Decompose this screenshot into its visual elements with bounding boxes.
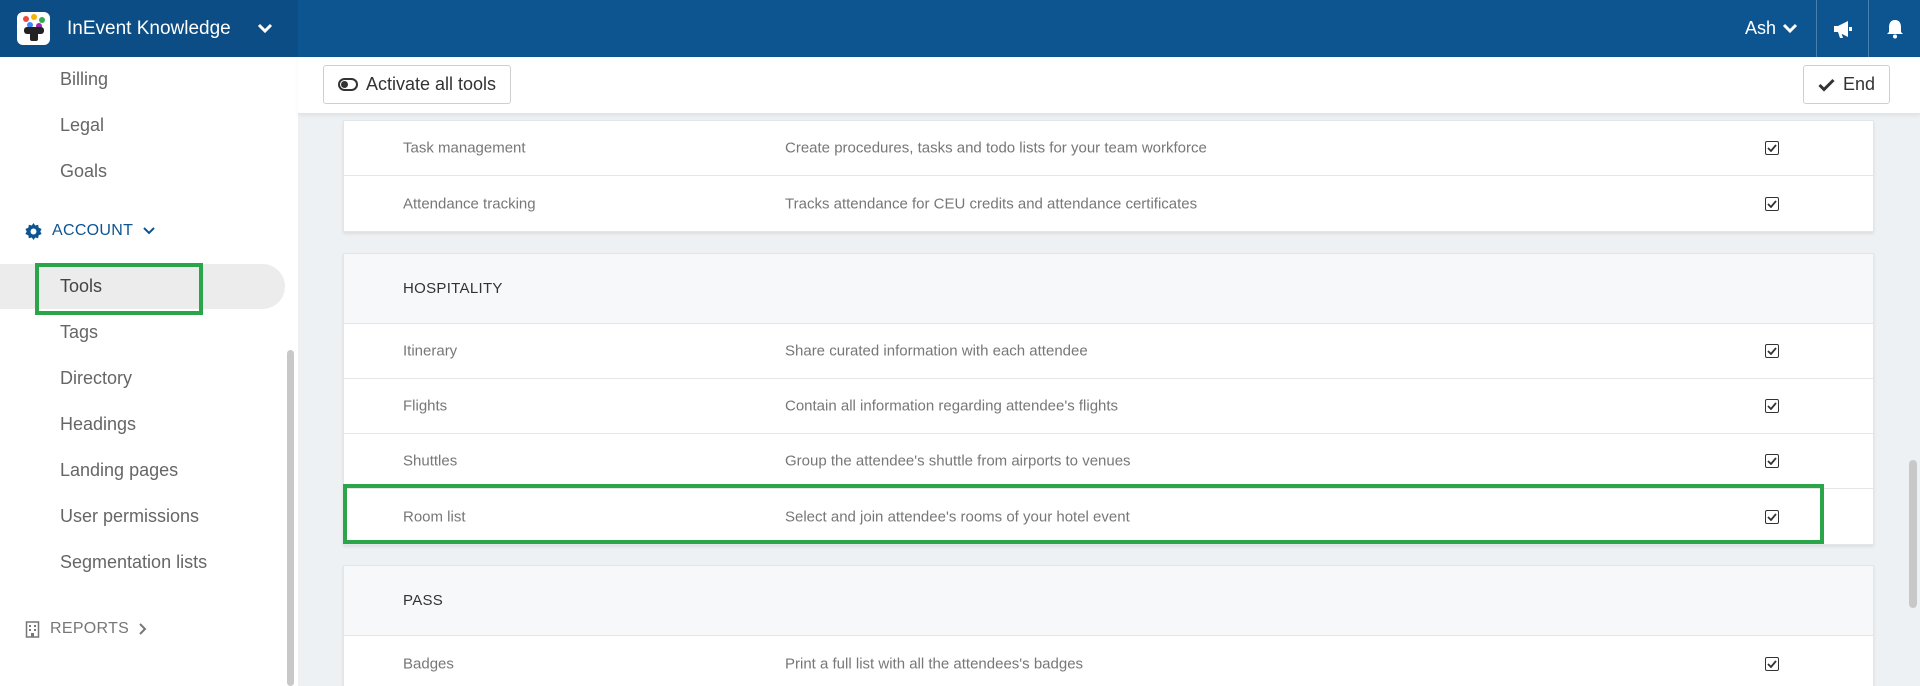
tool-name: Flights [403, 397, 448, 415]
user-name: Ash [1744, 18, 1776, 38]
section-title: PASS [344, 566, 1873, 636]
chevron-down-icon [257, 23, 273, 34]
tool-name: Badges [403, 655, 454, 672]
sidebar-item-tools[interactable]: Tools [0, 264, 285, 309]
check-icon [1767, 199, 1777, 208]
tool-row-task-management: Task management Create procedures, tasks… [344, 121, 1873, 176]
sidebar-item-goals[interactable]: Goals [0, 149, 285, 194]
sidebar-item-tags[interactable]: Tags [0, 310, 285, 355]
sidebar-item-legal[interactable]: Legal [0, 103, 285, 148]
sidebar-item-label: Tags [60, 322, 99, 342]
chevron-down-icon [1782, 23, 1798, 34]
sidebar-item-directory[interactable]: Directory [0, 356, 285, 401]
toggle-icon [338, 78, 358, 91]
tool-checkbox[interactable] [1765, 196, 1779, 211]
tool-row-attendance-tracking: Attendance tracking Tracks attendance fo… [344, 176, 1873, 231]
tool-description: Tracks attendance for CEU credits and at… [785, 195, 1198, 212]
bell-icon [1886, 19, 1903, 38]
chevron-right-icon [139, 623, 147, 635]
sidebar-item-segmentation-lists[interactable]: Segmentation lists [0, 540, 285, 585]
megaphone-icon [1833, 20, 1852, 38]
tool-row-shuttles: Shuttles Group the attendee's shuttle fr… [344, 434, 1873, 489]
tool-row-room-list: Room list Select and join attendee's roo… [344, 489, 1873, 544]
check-icon [1767, 402, 1777, 410]
sidebar-item-label: Legal [60, 115, 105, 135]
sidebar-item-landing-pages[interactable]: Landing pages [0, 448, 285, 493]
check-icon [1818, 78, 1835, 92]
tool-name: Room list [403, 508, 466, 525]
tool-description: Group the attendee's shuttle from airpor… [785, 452, 1131, 470]
tool-row-badges: Badges Print a full list with all the at… [344, 636, 1873, 686]
section-label: ACCOUNT [52, 222, 134, 239]
tool-name: Task management [403, 139, 526, 157]
tools-section-hospitality: HOSPITALITY Itinerary Share curated info… [343, 253, 1874, 545]
building-icon [25, 620, 40, 638]
tool-checkbox[interactable] [1765, 344, 1779, 358]
tool-checkbox[interactable] [1765, 141, 1779, 155]
sidebar-item-label: Segmentation lists [60, 552, 208, 572]
app-title: InEvent Knowledge [67, 17, 231, 39]
check-icon [1767, 659, 1777, 668]
tool-description: Share curated information with each atte… [785, 342, 1088, 360]
button-label: Activate all tools [366, 74, 497, 94]
tool-description: Create procedures, tasks and todo lists … [785, 139, 1207, 157]
tool-name: Attendance tracking [403, 195, 536, 212]
sidebar-item-label: User permissions [60, 506, 200, 526]
activate-all-tools-button[interactable]: Activate all tools [323, 65, 512, 104]
tool-checkbox[interactable] [1765, 509, 1779, 524]
user-menu[interactable]: Ash [1745, 18, 1816, 39]
tool-checkbox[interactable] [1765, 656, 1779, 671]
tool-name: Itinerary [403, 342, 458, 360]
tools-section-card: Task management Create procedures, tasks… [343, 120, 1874, 232]
sidebar-item-user-permissions[interactable]: User permissions [0, 494, 285, 539]
tool-row-itinerary: Itinerary Share curated information with… [344, 324, 1873, 379]
sidebar-item-label: Directory [60, 368, 133, 388]
notifications-button[interactable] [1868, 0, 1920, 57]
chevron-down-icon [143, 227, 155, 235]
tool-checkbox[interactable] [1765, 454, 1779, 468]
check-icon [1767, 512, 1777, 521]
tool-checkbox[interactable] [1765, 399, 1779, 413]
sidebar-section-account[interactable]: ACCOUNT [25, 222, 155, 240]
sidebar-item-label: Landing pages [60, 460, 179, 480]
sidebar-item-label: Tools [60, 276, 103, 296]
sidebar-item-label: Goals [60, 161, 108, 181]
check-icon [1767, 347, 1777, 355]
check-icon [1767, 144, 1777, 152]
tool-name: Shuttles [403, 452, 458, 470]
gear-icon [25, 222, 42, 240]
sidebar: Billing Legal Goals ACCOUNT Tools Tags D… [0, 57, 298, 686]
sidebar-item-headings[interactable]: Headings [0, 402, 285, 447]
tool-row-flights: Flights Contain all information regardin… [344, 379, 1873, 434]
tool-description: Print a full list with all the attendees… [785, 655, 1084, 672]
sidebar-item-label: Billing [60, 69, 109, 89]
sidebar-section-reports[interactable]: REPORTS [25, 620, 147, 638]
toolbar: Activate all tools End [298, 57, 1920, 114]
top-bar: InEvent Knowledge Ash [0, 0, 1920, 57]
brand-switcher[interactable]: InEvent Knowledge [0, 0, 298, 57]
end-button[interactable]: End [1802, 65, 1890, 104]
tool-description: Select and join attendee's rooms of your… [785, 508, 1130, 525]
section-title: HOSPITALITY [344, 254, 1873, 324]
sidebar-item-label: Headings [60, 414, 137, 434]
check-icon [1767, 457, 1777, 465]
inevent-logo [17, 12, 50, 45]
sidebar-scrollbar[interactable] [287, 350, 294, 686]
tools-section-pass: PASS Badges Print a full list with all t… [343, 565, 1874, 686]
tool-description: Contain all information regarding attend… [785, 397, 1119, 415]
sidebar-item-billing[interactable]: Billing [0, 57, 285, 102]
announcements-button[interactable] [1816, 0, 1868, 57]
button-label: End [1842, 74, 1875, 94]
main-scrollbar[interactable] [1909, 460, 1917, 608]
section-label: REPORTS [50, 620, 130, 637]
